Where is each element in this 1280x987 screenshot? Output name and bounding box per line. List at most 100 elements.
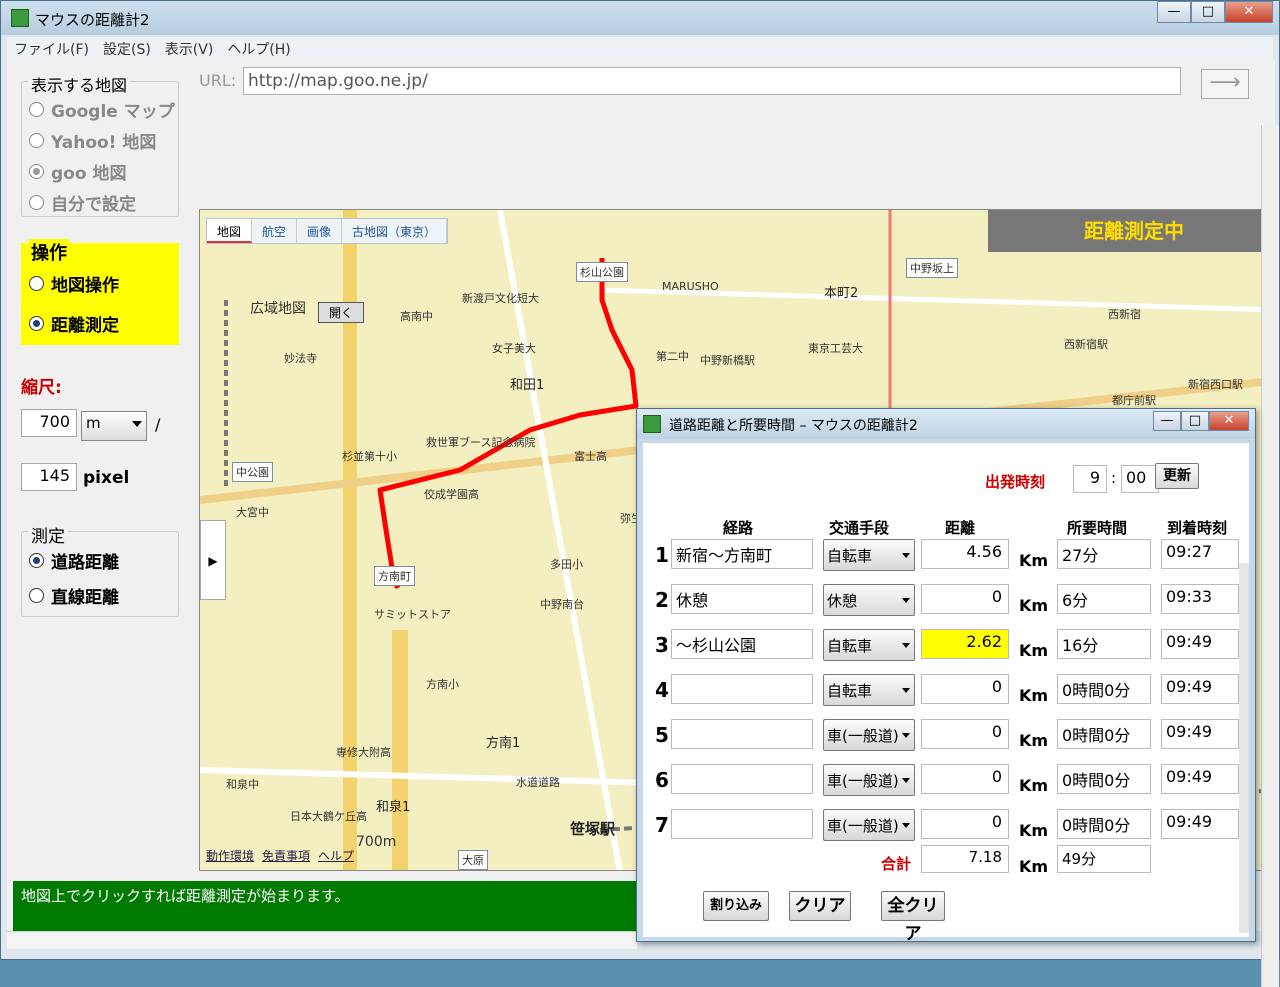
route-name-input[interactable] [671, 674, 813, 704]
distance-input[interactable]: 4.56 [921, 539, 1009, 569]
radio-road-distance[interactable]: 道路距離 [29, 548, 119, 573]
distance-unit: Km [1019, 776, 1049, 795]
total-duration: 49分 [1057, 845, 1151, 873]
radio-custom-map[interactable]: 自分で設定 [29, 190, 136, 215]
map-label-ohara: 大原 [458, 850, 488, 870]
transport-select[interactable]: 自転車 [823, 629, 915, 661]
transport-select[interactable]: 車(一般道) [823, 764, 915, 796]
menu-help[interactable]: ヘルプ(H) [220, 37, 297, 59]
map-tab-image[interactable]: 画像 [297, 219, 343, 243]
map-tab-aerial[interactable]: 航空 [252, 219, 298, 243]
side-panel-toggle[interactable]: ▶ [200, 520, 226, 600]
distance-input[interactable]: 2.62 [921, 629, 1009, 659]
departure-time-label: 出発時刻 [985, 473, 1046, 491]
transport-select[interactable]: 車(一般道) [823, 809, 915, 841]
map-label: 新渡戸文化短大 [462, 292, 539, 305]
open-wide-map-button[interactable]: 開く [318, 302, 365, 323]
scale-label: 縮尺: [21, 378, 62, 398]
map-label: 妙法寺 [284, 352, 317, 365]
map-label: 方南小 [426, 678, 459, 691]
transport-select[interactable]: 自転車 [823, 674, 915, 706]
dialog-minimize-button[interactable]: — [1153, 411, 1181, 431]
update-button[interactable]: 更新 [1155, 463, 1199, 489]
close-button[interactable]: ✕ [1225, 1, 1273, 23]
map-label: 第二中 [656, 350, 689, 363]
radio-google-map[interactable]: Google マップ [29, 97, 175, 122]
radio-yahoo-map[interactable]: Yahoo! 地図 [29, 128, 156, 153]
url-input[interactable]: http://map.goo.ne.jp/ [243, 67, 1181, 95]
maximize-button[interactable]: □ [1191, 1, 1225, 23]
departure-minute-input[interactable]: 00 [1121, 465, 1159, 493]
transport-select[interactable]: 自転車 [823, 539, 915, 571]
distance-input[interactable]: 0 [921, 719, 1009, 749]
route-name-input[interactable]: 新宿〜方南町 [671, 539, 813, 569]
dialog-body: 出発時刻 9 : 00 更新 経路 交通手段 距離 所要時間 到着時刻 1 新宿〜… [643, 443, 1249, 944]
distance-unit: Km [1019, 686, 1049, 705]
arrival-field: 09:33 [1161, 584, 1239, 614]
distance-input[interactable]: 0 [921, 674, 1009, 704]
map-label: 女子美大 [492, 342, 536, 355]
distance-input[interactable]: 0 [921, 764, 1009, 794]
dialog-close-button[interactable]: ✕ [1209, 411, 1249, 431]
duration-field: 27分 [1057, 539, 1151, 569]
map-label: 和田1 [510, 378, 545, 393]
route-name-input[interactable] [671, 809, 813, 839]
horizontal-scrollbar[interactable] [7, 931, 637, 949]
map-label: 専修大附高 [336, 746, 391, 759]
route-name-input[interactable]: 〜杉山公園 [671, 629, 813, 659]
duration-field: 6分 [1057, 584, 1151, 614]
menu-view[interactable]: 表示(V) [158, 37, 221, 59]
radio-straight-distance[interactable]: 直線距離 [29, 583, 119, 608]
map-label: 佼成学園高 [424, 488, 479, 501]
route-name-input[interactable]: 休憩 [671, 584, 813, 614]
insert-button[interactable]: 割り込み [703, 891, 769, 921]
radio-goo-map[interactable]: goo 地図 [29, 159, 126, 184]
map-footer-disclaimer-link[interactable]: 免責事項 [262, 847, 310, 864]
distance-input[interactable]: 0 [921, 584, 1009, 614]
map-label: 高南中 [400, 310, 433, 323]
map-footer: 動作環境 免責事項 ヘルプ [206, 847, 354, 864]
chevron-down-icon [902, 688, 910, 693]
chevron-down-icon [132, 421, 142, 427]
route-name-input[interactable] [671, 719, 813, 749]
go-button[interactable]: ⟶ [1201, 69, 1249, 99]
radio-map-operation[interactable]: 地図操作 [29, 271, 119, 296]
clear-all-button[interactable]: 全クリア [881, 891, 945, 944]
scale-pixel-input[interactable]: 145 [21, 463, 77, 491]
map-tab-old-map[interactable]: 古地図（東京） [342, 219, 448, 243]
url-label: URL: [199, 71, 237, 90]
minimize-button[interactable]: — [1157, 1, 1191, 23]
menu-file[interactable]: ファイル(F) [7, 37, 96, 59]
map-tab-map[interactable]: 地図 [207, 219, 253, 243]
map-label: サミットストア [374, 608, 451, 621]
operation-title: 操作 [29, 239, 69, 265]
map-label-honancho: 方南町 [374, 566, 415, 586]
route-name-input[interactable] [671, 764, 813, 794]
map-label: 和泉中 [226, 778, 259, 791]
row-number: 3 [655, 633, 669, 657]
duration-field: 16分 [1057, 629, 1151, 659]
map-label: 西新宿 [1108, 308, 1141, 321]
duration-field: 0時間0分 [1057, 674, 1151, 704]
map-footer-help-link[interactable]: ヘルプ [318, 847, 354, 864]
map-source-title: 表示する地図 [28, 72, 131, 96]
transport-select[interactable]: 車(一般道) [823, 719, 915, 751]
menu-settings[interactable]: 設定(S) [96, 37, 158, 59]
arrival-field: 09:27 [1161, 539, 1239, 569]
dialog-maximize-button[interactable]: □ [1181, 411, 1209, 431]
chevron-down-icon [902, 553, 910, 558]
vertical-scrollbar[interactable] [1261, 125, 1279, 987]
map-label: 都庁前駅 [1112, 394, 1156, 407]
radio-distance-measure[interactable]: 距離測定 [29, 311, 119, 336]
arrival-field: 09:49 [1161, 629, 1239, 659]
status-bar: 地図上でクリックすれば距離測定が始まります。 [13, 881, 637, 931]
dialog-scrollbar[interactable] [1239, 563, 1249, 933]
departure-hour-input[interactable]: 9 [1073, 465, 1107, 493]
scale-unit-select[interactable]: m [81, 411, 147, 441]
clear-button[interactable]: クリア [789, 891, 851, 921]
transport-select[interactable]: 休憩 [823, 584, 915, 616]
distance-input[interactable]: 0 [921, 809, 1009, 839]
total-distance: 7.18 [921, 845, 1009, 873]
scale-distance-input[interactable]: 700 [21, 409, 77, 437]
map-footer-environment-link[interactable]: 動作環境 [206, 847, 254, 864]
